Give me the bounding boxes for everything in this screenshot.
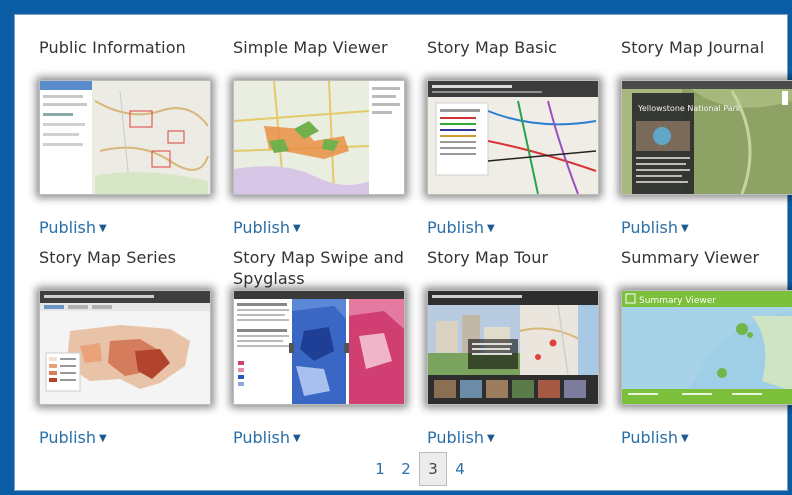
template-thumbnail-story-map-series[interactable] — [39, 290, 211, 405]
publish-button[interactable]: Publish ▼ — [233, 428, 301, 447]
template-title: Story Map Series — [39, 248, 177, 267]
caret-down-icon: ▼ — [487, 223, 495, 234]
publish-label: Publish — [621, 428, 679, 447]
template-gallery: Public Information Publish ▼ Simple Map … — [14, 14, 792, 491]
template-tile-simple-map-viewer: Simple Map Viewer Publish ▼ — [233, 37, 411, 237]
publish-button[interactable]: Publish ▼ — [427, 218, 495, 237]
template-tile-story-map-tour: Story Map Tour Publish ▼ — [427, 247, 605, 447]
page-link-1[interactable]: 1 — [367, 453, 393, 485]
caret-down-icon: ▼ — [681, 433, 689, 444]
caret-down-icon: ▼ — [99, 433, 107, 444]
caret-down-icon: ▼ — [681, 223, 689, 234]
publish-label: Publish — [233, 428, 291, 447]
caret-down-icon: ▼ — [99, 223, 107, 234]
template-title: Story Map Tour — [427, 248, 549, 267]
template-tile-story-map-swipe: Story Map Swipe and Spyglass Publish ▼ — [233, 247, 411, 447]
template-thumbnail-summary-viewer[interactable]: Summary Viewer — [621, 290, 792, 405]
publish-button[interactable]: Publish ▼ — [621, 428, 689, 447]
publish-label: Publish — [39, 218, 97, 237]
template-tile-summary-viewer: Summary Viewer Summary Viewer Publish ▼ — [621, 247, 792, 447]
caret-down-icon: ▼ — [293, 223, 301, 234]
template-title: Public Information — [39, 38, 186, 57]
page-link-4[interactable]: 4 — [447, 453, 473, 485]
publish-label: Publish — [39, 428, 97, 447]
template-title: Story Map Basic — [427, 38, 558, 57]
publish-button[interactable]: Publish ▼ — [39, 218, 107, 237]
template-thumbnail-story-map-swipe[interactable] — [233, 290, 405, 405]
caret-down-icon: ▼ — [293, 433, 301, 444]
journal-panel-title: Yellowstone National Park — [637, 104, 741, 113]
page-link-2[interactable]: 2 — [393, 453, 419, 485]
publish-button[interactable]: Publish ▼ — [427, 428, 495, 447]
publish-button[interactable]: Publish ▼ — [233, 218, 301, 237]
pagination: 1 2 3 4 — [367, 452, 473, 486]
caret-down-icon: ▼ — [487, 433, 495, 444]
template-thumbnail-story-map-basic[interactable] — [427, 80, 599, 195]
page-link-3-current[interactable]: 3 — [419, 452, 447, 486]
template-title: Story Map Swipe and Spyglass — [233, 248, 404, 288]
template-title: Summary Viewer — [621, 248, 760, 267]
template-tile-story-map-series: Story Map Series Publish ▼ — [39, 247, 217, 447]
template-title: Simple Map Viewer — [233, 38, 388, 57]
publish-button[interactable]: Publish ▼ — [621, 218, 689, 237]
publish-label: Publish — [233, 218, 291, 237]
summary-header-title: Summary Viewer — [639, 296, 716, 306]
publish-label: Publish — [427, 428, 485, 447]
template-tile-story-map-basic: Story Map Basic Publish ▼ — [427, 37, 605, 237]
publish-label: Publish — [427, 218, 485, 237]
template-thumbnail-public-information[interactable] — [39, 80, 211, 195]
template-tile-public-information: Public Information Publish ▼ — [39, 37, 217, 237]
template-tile-story-map-journal: Story Map Journal Yellowstone National P… — [621, 37, 792, 237]
publish-button[interactable]: Publish ▼ — [39, 428, 107, 447]
template-title: Story Map Journal — [621, 38, 765, 57]
template-thumbnail-simple-map-viewer[interactable] — [233, 80, 405, 195]
publish-label: Publish — [621, 218, 679, 237]
template-thumbnail-story-map-tour[interactable] — [427, 290, 599, 405]
template-thumbnail-story-map-journal[interactable]: Yellowstone National Park — [621, 80, 792, 195]
